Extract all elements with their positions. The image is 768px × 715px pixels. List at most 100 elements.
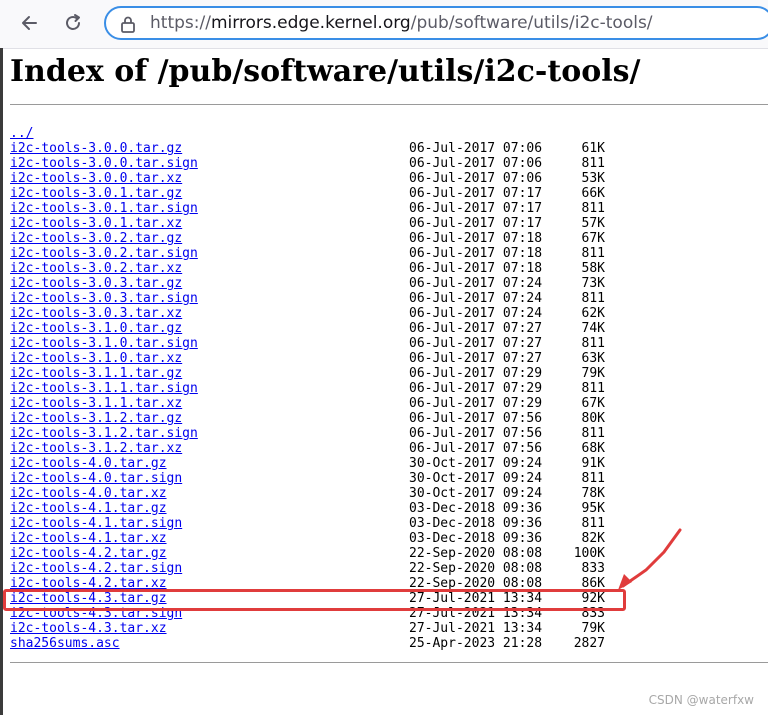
- annotation-arrow-icon: [618, 528, 682, 590]
- file-date: 30-Oct-2017 09:24: [409, 456, 543, 471]
- reload-button[interactable]: [58, 8, 88, 38]
- site-info-button[interactable]: [120, 15, 136, 38]
- file-size: 82K: [581, 531, 605, 546]
- file-link[interactable]: i2c-tools-3.0.3.tar.sign: [10, 291, 198, 306]
- file-link[interactable]: i2c-tools-3.0.2.tar.gz: [10, 231, 182, 246]
- file-link[interactable]: i2c-tools-3.0.0.tar.sign: [10, 156, 198, 171]
- file-link[interactable]: i2c-tools-3.1.0.tar.xz: [10, 351, 182, 366]
- file-size: 74K: [581, 321, 605, 336]
- file-date: 22-Sep-2020 08:08: [409, 546, 543, 561]
- file-date: 25-Apr-2023 21:28: [409, 636, 543, 651]
- arrow-left-icon: [22, 16, 37, 30]
- url-text[interactable]: https://mirrors.edge.kernel.org/pub/soft…: [150, 13, 653, 33]
- page-title: Index of /pub/software/utils/i2c-tools/: [10, 54, 641, 89]
- file-size: 66K: [581, 186, 605, 201]
- file-link[interactable]: i2c-tools-3.1.2.tar.xz: [10, 441, 182, 456]
- url-host: mirrors.edge.kernel.org: [210, 13, 411, 33]
- bottom-divider: [10, 662, 768, 663]
- file-link[interactable]: i2c-tools-3.1.2.tar.sign: [10, 426, 198, 441]
- file-size: 80K: [581, 411, 605, 426]
- top-divider: [10, 104, 768, 105]
- file-link[interactable]: i2c-tools-3.1.2.tar.gz: [10, 411, 182, 426]
- file-date: 06-Jul-2017 07:18: [409, 246, 543, 261]
- watermark: CSDN @waterfxw: [648, 693, 754, 707]
- file-date: 06-Jul-2017 07:27: [409, 321, 543, 336]
- lock-icon: [121, 16, 135, 33]
- file-link[interactable]: i2c-tools-4.2.tar.gz: [10, 546, 167, 561]
- file-date: 30-Oct-2017 09:24: [409, 471, 543, 486]
- file-link[interactable]: i2c-tools-3.1.1.tar.gz: [10, 366, 182, 381]
- file-date: 06-Jul-2017 07:29: [409, 396, 543, 411]
- file-link[interactable]: i2c-tools-4.1.tar.sign: [10, 516, 182, 531]
- file-link[interactable]: i2c-tools-3.0.0.tar.xz: [10, 171, 182, 186]
- file-date: 06-Jul-2017 07:24: [409, 306, 543, 321]
- file-link[interactable]: i2c-tools-3.0.3.tar.xz: [10, 306, 182, 321]
- file-size: 811: [581, 291, 605, 306]
- file-size: 62K: [581, 306, 605, 321]
- file-date: 06-Jul-2017 07:56: [409, 426, 543, 441]
- file-link[interactable]: i2c-tools-4.3.tar.xz: [10, 621, 167, 636]
- file-size: 811: [581, 246, 605, 261]
- file-link[interactable]: i2c-tools-3.1.1.tar.xz: [10, 396, 182, 411]
- file-link[interactable]: i2c-tools-3.0.1.tar.gz: [10, 186, 182, 201]
- file-link[interactable]: i2c-tools-3.1.0.tar.sign: [10, 336, 198, 351]
- file-date: 06-Jul-2017 07:29: [409, 381, 543, 396]
- file-size: 811: [581, 336, 605, 351]
- file-link[interactable]: i2c-tools-3.1.1.tar.sign: [10, 381, 198, 396]
- file-date: 03-Dec-2018 09:36: [409, 531, 543, 546]
- file-size: 811: [581, 516, 605, 531]
- file-link[interactable]: sha256sums.asc: [10, 636, 120, 651]
- parent-directory-link[interactable]: ../: [10, 126, 33, 141]
- file-size: 811: [581, 201, 605, 216]
- file-date: 06-Jul-2017 07:27: [409, 336, 543, 351]
- file-link[interactable]: i2c-tools-4.0.tar.gz: [10, 456, 167, 471]
- file-size: 79K: [581, 621, 605, 636]
- highlight-box: [3, 589, 626, 611]
- url-bar[interactable]: https://mirrors.edge.kernel.org/pub/soft…: [104, 6, 768, 40]
- file-date: 06-Jul-2017 07:56: [409, 411, 543, 426]
- window-edge: [0, 48, 3, 715]
- file-date: 03-Dec-2018 09:36: [409, 501, 543, 516]
- file-link[interactable]: i2c-tools-3.0.1.tar.xz: [10, 216, 182, 231]
- file-link[interactable]: i2c-tools-3.0.3.tar.gz: [10, 276, 182, 291]
- file-date: 06-Jul-2017 07:29: [409, 366, 543, 381]
- file-link[interactable]: i2c-tools-3.0.2.tar.xz: [10, 261, 182, 276]
- reload-icon: [66, 14, 80, 30]
- file-date: 06-Jul-2017 07:06: [409, 141, 543, 156]
- file-size: 68K: [581, 441, 605, 456]
- file-size: 57K: [581, 216, 605, 231]
- file-size: 61K: [581, 141, 605, 156]
- file-date: 06-Jul-2017 07:17: [409, 216, 543, 231]
- back-button[interactable]: [14, 8, 44, 38]
- file-size: 58K: [581, 261, 605, 276]
- file-date: 06-Jul-2017 07:06: [409, 171, 543, 186]
- file-link[interactable]: i2c-tools-3.0.0.tar.gz: [10, 141, 182, 156]
- file-size: 811: [581, 471, 605, 486]
- file-date: 06-Jul-2017 07:27: [409, 351, 543, 366]
- file-size: 79K: [581, 366, 605, 381]
- file-date: 27-Jul-2021 13:34: [409, 621, 543, 636]
- file-link[interactable]: i2c-tools-3.0.2.tar.sign: [10, 246, 198, 261]
- file-link[interactable]: i2c-tools-4.1.tar.xz: [10, 531, 167, 546]
- file-size: 78K: [581, 486, 605, 501]
- url-path: /pub/software/utils/i2c-tools/: [410, 13, 653, 33]
- file-date: 30-Oct-2017 09:24: [409, 486, 543, 501]
- file-date: 06-Jul-2017 07:24: [409, 291, 543, 306]
- file-size: 91K: [581, 456, 605, 471]
- file-date: 22-Sep-2020 08:08: [409, 561, 543, 576]
- file-link[interactable]: i2c-tools-4.1.tar.gz: [10, 501, 167, 516]
- browser-toolbar: https://mirrors.edge.kernel.org/pub/soft…: [0, 0, 768, 49]
- file-size: 53K: [581, 171, 605, 186]
- file-link[interactable]: i2c-tools-3.0.1.tar.sign: [10, 201, 198, 216]
- file-size: 833: [581, 561, 605, 576]
- file-size: 811: [581, 426, 605, 441]
- file-date: 06-Jul-2017 07:18: [409, 231, 543, 246]
- file-link[interactable]: i2c-tools-3.1.0.tar.gz: [10, 321, 182, 336]
- file-link[interactable]: i2c-tools-4.2.tar.sign: [10, 561, 182, 576]
- file-link[interactable]: i2c-tools-4.0.tar.xz: [10, 486, 167, 501]
- file-size: 73K: [581, 276, 605, 291]
- file-date: 06-Jul-2017 07:24: [409, 276, 543, 291]
- url-scheme: https://: [150, 13, 211, 33]
- file-link[interactable]: i2c-tools-4.0.tar.sign: [10, 471, 182, 486]
- file-date: 06-Jul-2017 07:18: [409, 261, 543, 276]
